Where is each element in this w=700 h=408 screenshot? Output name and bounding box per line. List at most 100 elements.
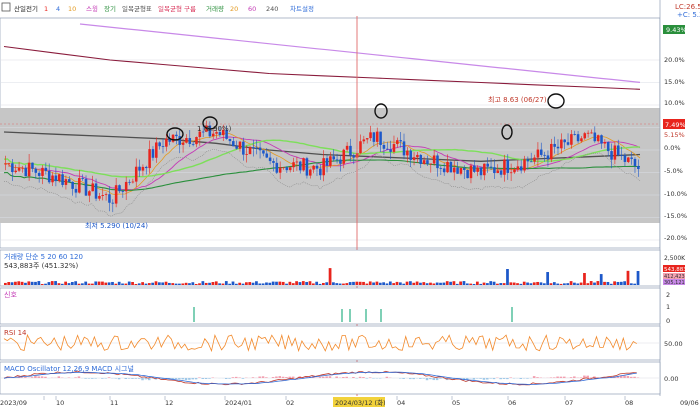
volume-bar (214, 281, 218, 285)
volume-bar (311, 283, 315, 285)
legend-item: 240 (266, 5, 278, 13)
candle-body (590, 132, 593, 134)
candle-body (51, 175, 54, 183)
volume-bar (261, 283, 265, 285)
candle-body (141, 166, 145, 171)
macd-bar (519, 378, 523, 379)
rsi-panel[interactable]: RSI 14 50.00 (0, 325, 683, 361)
macd-bar (425, 378, 429, 381)
macd-bar (633, 376, 636, 378)
volume-bar (97, 281, 101, 285)
volume-bar (301, 281, 305, 285)
candle-body (539, 149, 543, 155)
candle-body (37, 172, 41, 176)
annotation-mid: 1 (6.90%) (197, 125, 232, 133)
macd-bar (131, 378, 134, 379)
legend-item: 4 (56, 5, 60, 13)
candle-body (349, 145, 352, 156)
annotation-high: 최고 8.63 (06/27) (488, 95, 547, 104)
volume-bar (47, 282, 51, 285)
macd-bar (358, 376, 362, 378)
macd-bar (37, 376, 41, 378)
macd-bar (228, 378, 231, 379)
candle-body (365, 138, 369, 140)
volume-bar (606, 281, 610, 285)
candle-body (580, 138, 583, 142)
volume-bar (74, 281, 78, 285)
volume-bar (54, 281, 57, 285)
candle-body (566, 142, 570, 145)
volume-bar (355, 281, 359, 285)
macd-bar (409, 378, 412, 380)
volume-bar (101, 281, 104, 285)
candle-body (386, 148, 389, 150)
volume-bar (549, 283, 553, 285)
volume-bar (34, 281, 37, 285)
volume-bar (17, 281, 21, 285)
volume-bar (445, 281, 449, 285)
candle-body (416, 154, 419, 158)
macd-bar (114, 378, 118, 379)
volume-bar (80, 283, 84, 285)
volume-bar (114, 283, 118, 285)
candle-body (325, 158, 329, 166)
volume-bar (84, 281, 88, 285)
candle-body (31, 162, 34, 169)
volume-bar (184, 282, 188, 285)
macd-bar (486, 378, 489, 380)
macd-bar (325, 376, 328, 378)
macd-bar (94, 378, 97, 379)
macd-bar (24, 376, 27, 378)
macd-bar (84, 378, 87, 379)
candle-body (228, 138, 232, 142)
candle-body (379, 131, 382, 145)
candle-body (61, 174, 64, 185)
candle-body (439, 168, 443, 169)
macd-bar (291, 376, 295, 378)
candle-body (128, 181, 131, 183)
axis-tick: 20.0% (664, 56, 685, 64)
candle-body (600, 135, 603, 144)
macd-bar (579, 377, 583, 378)
macd-bar (188, 378, 191, 380)
macd-bar (34, 375, 37, 378)
volume-bar (442, 282, 446, 285)
candle-body (422, 160, 426, 164)
candle-body (546, 155, 550, 160)
volume-bar (536, 281, 539, 285)
candle-body (429, 163, 433, 165)
macd-panel[interactable]: MACD Oscillator 12,26,9 MACD 시그널 0.00 (0, 361, 678, 395)
legend-item: 거래량 (206, 4, 224, 13)
volume-bar (91, 283, 94, 285)
macd-bar (435, 378, 439, 381)
current-price-text: 7.49% (665, 121, 686, 129)
volume-bar (439, 282, 442, 285)
volume-bar (532, 282, 536, 285)
x-axis: 2023/09 10 11 12 2024/01 02 2024/03/12 (화) 04 05… (0, 396, 700, 408)
candle-body (402, 141, 406, 156)
volume-bar (50, 281, 54, 285)
volume-bar (395, 281, 399, 285)
volume-bar (308, 281, 312, 285)
volume-tag-text: 543,883 (664, 267, 687, 273)
volume-bar (151, 282, 155, 285)
legend-item: 10 (68, 5, 76, 13)
volume-bar (111, 281, 114, 285)
candle-body (235, 146, 238, 149)
volume-bar (305, 281, 309, 285)
volume-bar (475, 281, 479, 285)
volume-bar (576, 283, 580, 285)
candle-body (232, 141, 235, 147)
volume-bar (586, 283, 590, 285)
volume-bar (231, 281, 235, 285)
candle-body (352, 155, 356, 158)
signal-panel[interactable]: 신호 2 1 0 (0, 287, 670, 325)
volume-bar (154, 281, 158, 285)
legend-bar: 산일전기 1 4 10 스윙 장기 일목균형표 일목균형 구름 거래량 20 60 240 차트설정 (0, 0, 660, 16)
volume-bar (412, 282, 416, 285)
volume-panel[interactable]: 거래량 단순 5 20 60 120 543,883주 (451.32%) 2,… (0, 249, 687, 287)
candle-body (459, 167, 463, 174)
macd-bar (137, 378, 141, 379)
candle-body (245, 154, 248, 155)
macd-axis-tick: 0.00 (664, 375, 678, 383)
